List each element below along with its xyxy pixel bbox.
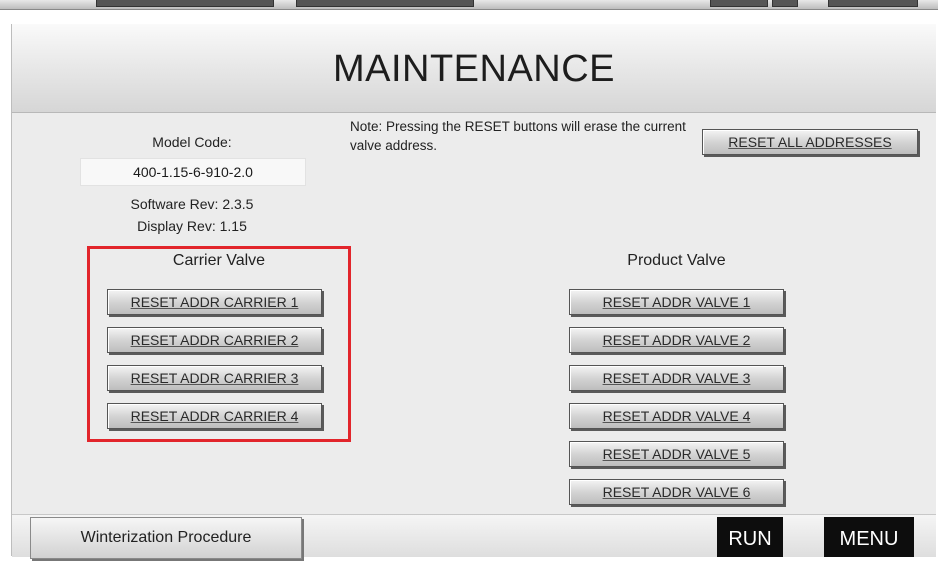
menu-button[interactable]: MENU <box>824 517 914 557</box>
reset-addr-carrier-2-button[interactable]: RESET ADDR CARRIER 2 <box>107 327 322 353</box>
run-button[interactable]: RUN <box>717 517 783 557</box>
carrier-valve-title: Carrier Valve <box>172 252 266 269</box>
product-valve-title: Product Valve <box>627 252 726 269</box>
top-tab-4[interactable] <box>772 0 798 7</box>
header: MAINTENANCE <box>12 24 936 113</box>
model-code-value: 400-1.15-6-910-2.0 <box>80 158 306 186</box>
reset-addr-valve-2-button[interactable]: RESET ADDR VALVE 2 <box>569 327 784 353</box>
reset-addr-valve-6-button[interactable]: RESET ADDR VALVE 6 <box>569 479 784 505</box>
maintenance-panel: MAINTENANCE Model Code: 400-1.15-6-910-2… <box>11 24 936 559</box>
page-title: MAINTENANCE <box>332 48 616 90</box>
top-tab-5[interactable] <box>828 0 918 7</box>
reset-addr-carrier-4-button[interactable]: RESET ADDR CARRIER 4 <box>107 403 322 429</box>
reset-all-addresses-button[interactable]: RESET ALL ADDRESSES <box>702 129 918 155</box>
model-code-label: Model Code: <box>152 134 232 150</box>
reset-note: Note: Pressing the RESET buttons will er… <box>350 119 686 153</box>
reset-addr-valve-4-button[interactable]: RESET ADDR VALVE 4 <box>569 403 784 429</box>
reset-addr-valve-1-button[interactable]: RESET ADDR VALVE 1 <box>569 289 784 315</box>
top-tab-2[interactable] <box>296 0 474 7</box>
top-strip <box>0 0 938 10</box>
software-rev: Software Rev: 2.3.5 <box>130 196 254 212</box>
display-rev: Display Rev: 1.15 <box>137 218 247 234</box>
winterization-procedure-button[interactable]: Winterization Procedure <box>30 517 302 559</box>
top-tab-1[interactable] <box>96 0 274 7</box>
reset-addr-carrier-3-button[interactable]: RESET ADDR CARRIER 3 <box>107 365 322 391</box>
reset-addr-valve-3-button[interactable]: RESET ADDR VALVE 3 <box>569 365 784 391</box>
reset-addr-valve-5-button[interactable]: RESET ADDR VALVE 5 <box>569 441 784 467</box>
top-tab-3[interactable] <box>710 0 768 7</box>
reset-addr-carrier-1-button[interactable]: RESET ADDR CARRIER 1 <box>107 289 322 315</box>
